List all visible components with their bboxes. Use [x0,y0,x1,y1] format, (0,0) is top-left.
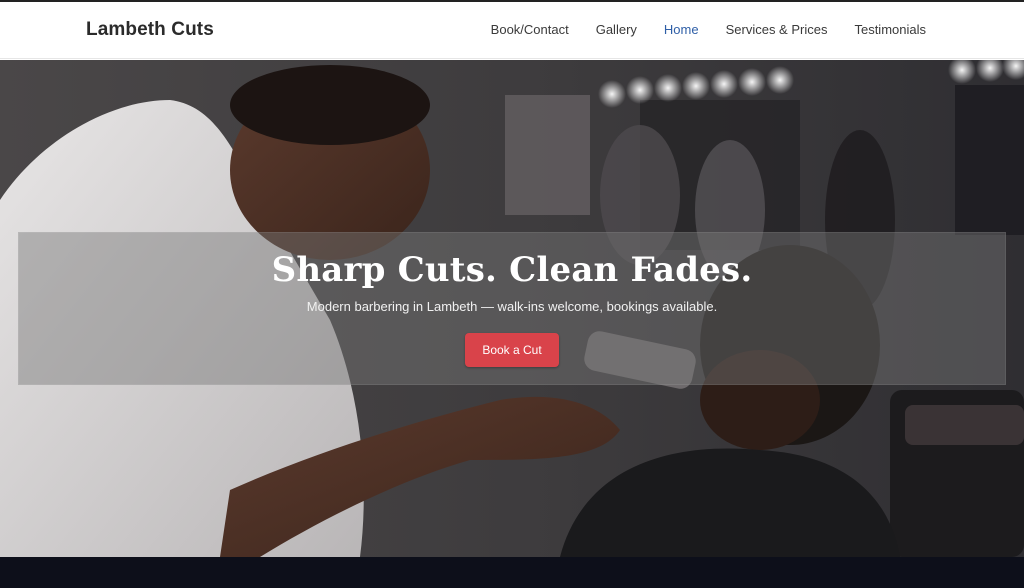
hero-subtitle: Modern barbering in Lambeth — walk-ins w… [306,299,718,314]
site-footer [0,557,1024,588]
nav-home[interactable]: Home [664,22,699,37]
main-nav: Book/Contact Gallery Home Services & Pri… [491,22,926,37]
nav-gallery[interactable]: Gallery [596,22,637,37]
nav-testimonials[interactable]: Testimonials [854,22,926,37]
hero-section: Sharp Cuts. Clean Fades. Modern barberin… [0,60,1024,557]
site-header: Lambeth Cuts Book/Contact Gallery Home S… [0,2,1024,59]
nav-services-prices[interactable]: Services & Prices [726,22,828,37]
site-brand[interactable]: Lambeth Cuts [86,19,214,41]
hero-title: Sharp Cuts. Clean Fades. [271,250,753,290]
book-a-cut-button[interactable]: Book a Cut [465,333,559,367]
nav-book-contact[interactable]: Book/Contact [491,22,569,37]
